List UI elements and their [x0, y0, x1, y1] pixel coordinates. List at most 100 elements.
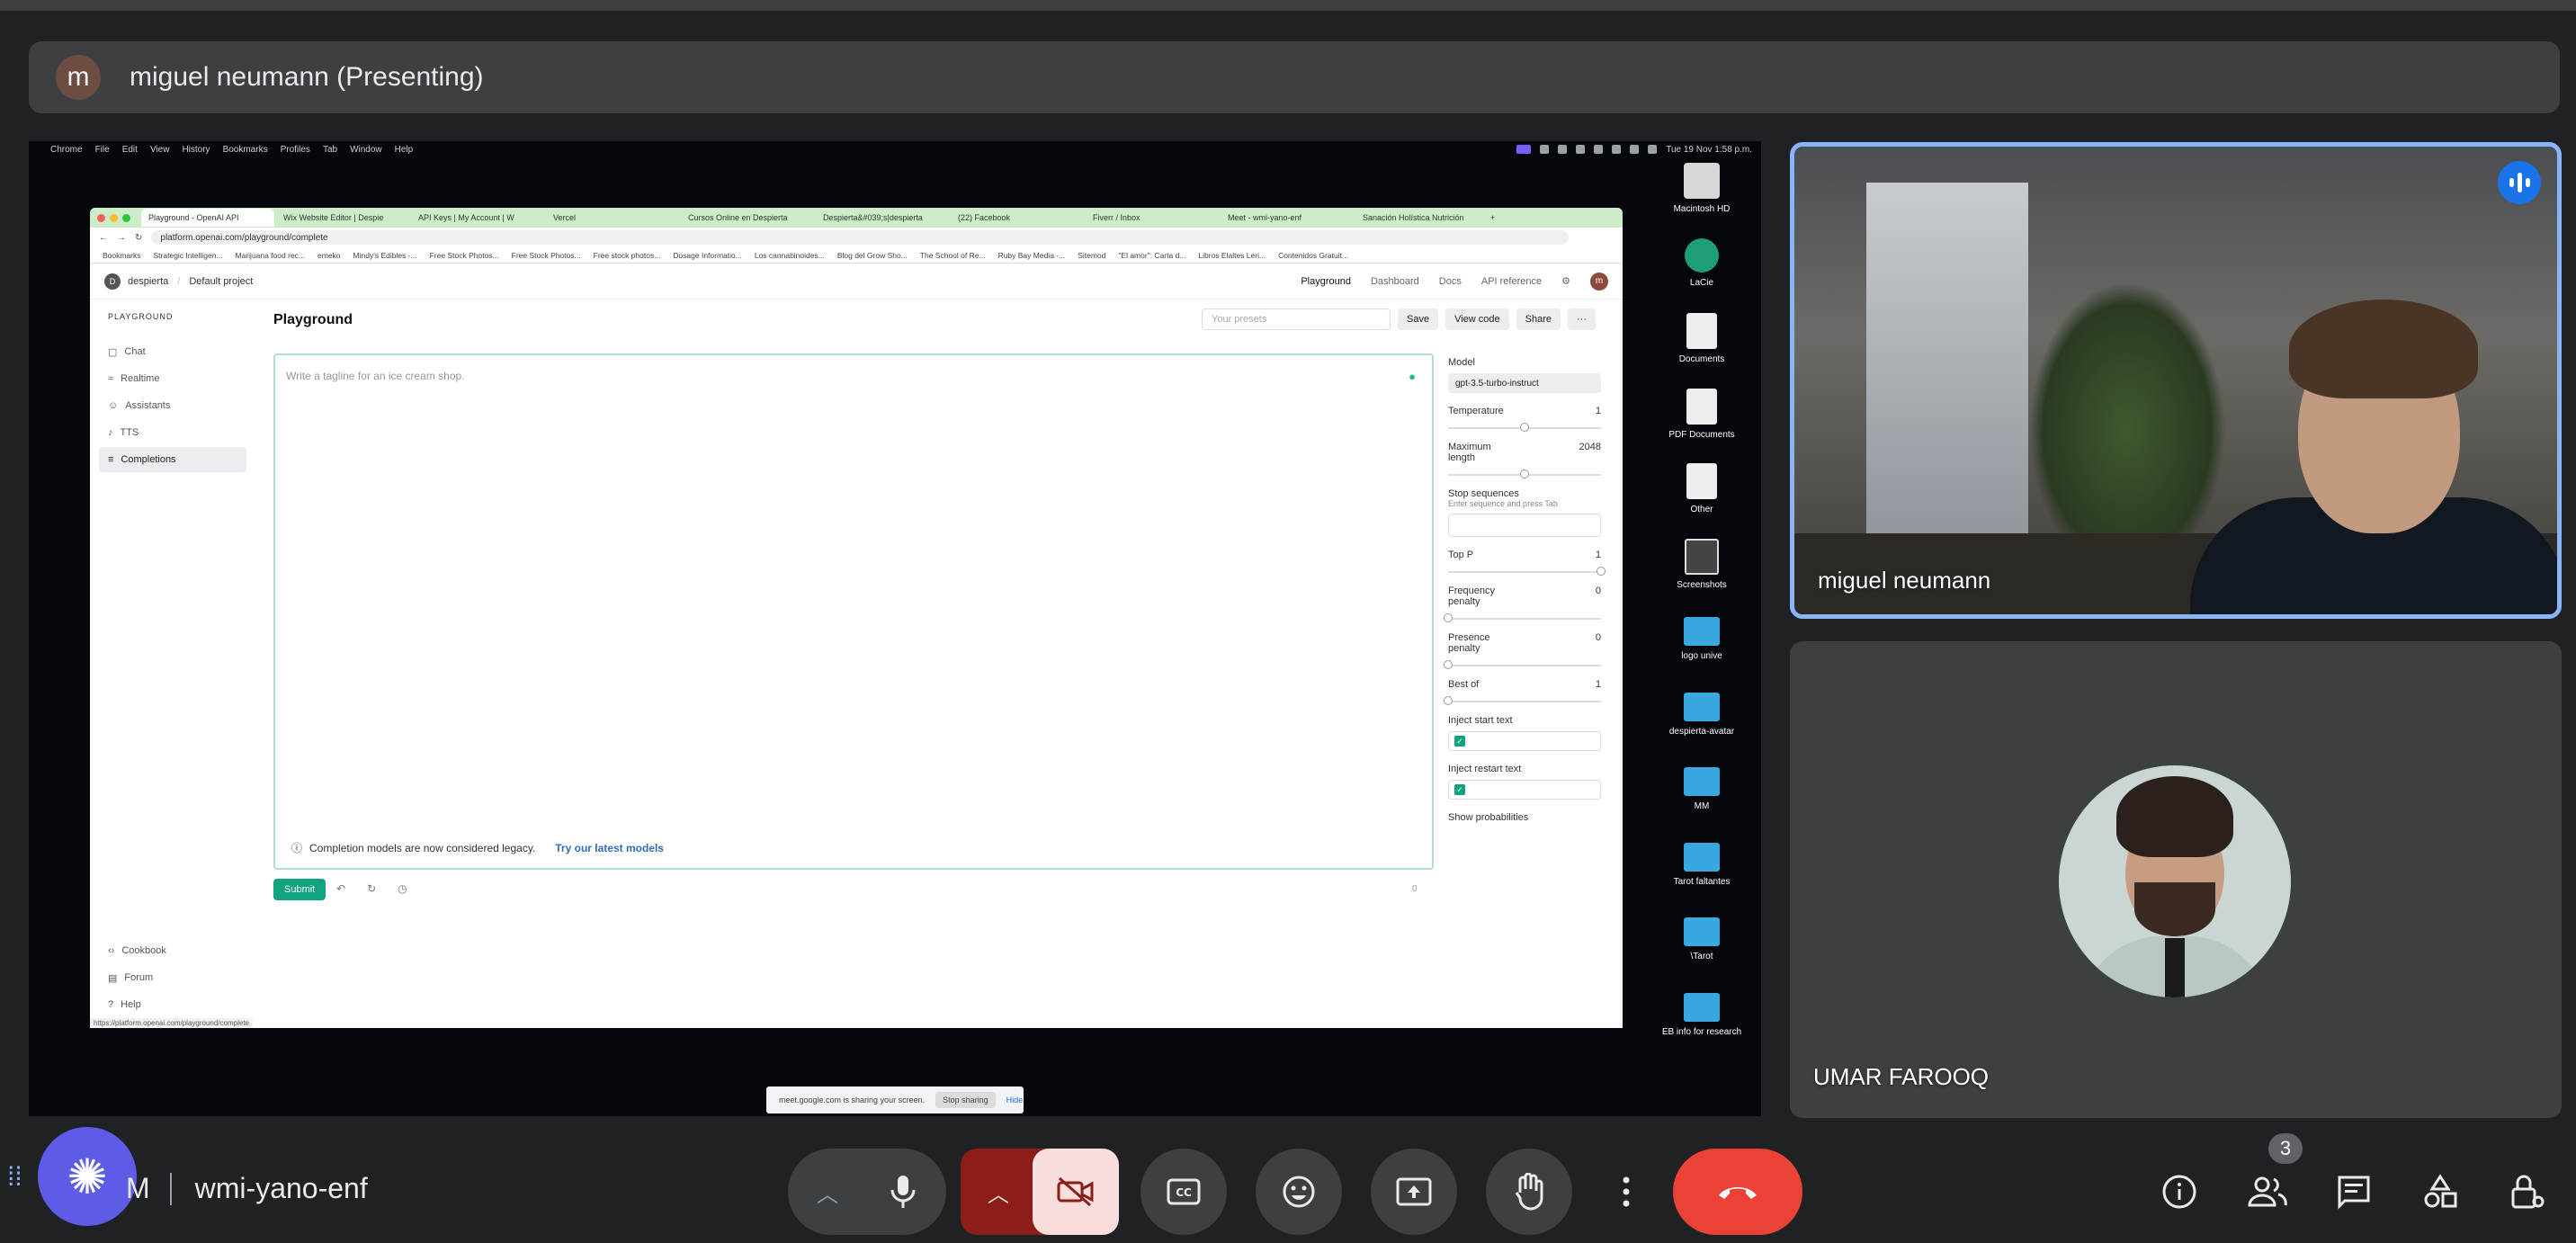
apps-grid-icon[interactable]: ⁞⁞ [7, 1162, 22, 1193]
show-probabilities-param[interactable]: Show probabilities [1448, 812, 1601, 823]
captions-button[interactable]: CC [1140, 1149, 1227, 1235]
bookmark[interactable]: Los cannabinoides... [755, 251, 825, 260]
nav-dashboard[interactable]: Dashboard [1371, 276, 1419, 287]
slider-knob[interactable] [1444, 660, 1453, 669]
desktop-item[interactable]: MM [1651, 764, 1752, 839]
param-value[interactable]: 0 [1596, 632, 1601, 654]
battery-icon[interactable] [1630, 145, 1640, 154]
slider-knob[interactable] [1520, 469, 1529, 478]
desktop-item[interactable]: Other [1651, 463, 1752, 539]
mac-menu-item[interactable]: Bookmarks [223, 145, 268, 155]
best-of-slider[interactable] [1444, 696, 1601, 705]
sidebar-item-forum[interactable]: ▤ Forum [99, 965, 246, 990]
sidebar-item-assistants[interactable]: ☺ Assistants [99, 393, 246, 418]
settings-icon[interactable]: ⚙ [1561, 275, 1570, 287]
video-options-chevron-icon[interactable]: ︿ [964, 1149, 1033, 1235]
desktop-item[interactable]: PDF Documents [1651, 388, 1752, 464]
latest-models-link[interactable]: Try our latest models [555, 842, 664, 854]
browser-tab[interactable]: (22) Facebook [951, 209, 1084, 227]
regenerate-icon[interactable]: ↻ [367, 882, 376, 895]
bookmark[interactable]: Strategic Intelligen... [154, 251, 223, 260]
desktop-item[interactable]: \Tarot [1651, 914, 1752, 989]
inject-start-toggle[interactable]: ✓ [1448, 731, 1601, 751]
bookmark[interactable]: Sitemod [1078, 251, 1105, 260]
present-screen-button[interactable] [1371, 1149, 1457, 1235]
minimize-window-icon[interactable] [110, 213, 118, 222]
hide-notice-button[interactable]: Hide [1006, 1095, 1024, 1104]
desktop-item[interactable]: Documents [1651, 313, 1752, 389]
bookmark[interactable]: Contenidos Gratuit... [1278, 251, 1348, 260]
maximize-window-icon[interactable] [122, 213, 130, 222]
browser-tab[interactable]: Sanación Holística Nutrición [1355, 209, 1489, 227]
gemini-assistant-button[interactable]: ✺ [38, 1127, 137, 1226]
mac-menu-item[interactable]: File [95, 145, 110, 155]
param-value[interactable]: 1 [1596, 550, 1601, 560]
stop-sequences-input[interactable] [1448, 514, 1601, 537]
checkbox-checked-icon[interactable]: ✓ [1454, 784, 1465, 795]
bookmark[interactable]: Dosage Informatio... [673, 251, 742, 260]
mac-clock[interactable]: Tue 19 Nov 1:58 p.m. [1666, 145, 1752, 155]
participant-tile-miguel[interactable]: miguel neumann [1790, 142, 2562, 619]
mac-menu-item[interactable]: Window [350, 145, 382, 155]
audio-options-chevron-icon[interactable]: ︿ [792, 1149, 863, 1235]
bookmark[interactable]: The School of Re... [920, 251, 986, 260]
browser-tab[interactable]: Despierta&#039;s|despierta [816, 209, 949, 227]
activities-button[interactable] [2416, 1167, 2464, 1216]
bookmark[interactable]: Bookmarks [103, 251, 141, 260]
camera-off-button[interactable] [1033, 1149, 1119, 1235]
leave-call-button[interactable] [1673, 1149, 1802, 1235]
browser-tab[interactable]: Cursos Online en Despierta [681, 209, 814, 227]
bookmark[interactable]: Free Stock Photos... [512, 251, 581, 260]
bookmark[interactable]: "El amor": Carta d... [1118, 251, 1185, 260]
sidebar-item-completions[interactable]: ≡ Completions [99, 447, 246, 472]
bookmark[interactable]: Free stock photos... [594, 251, 661, 260]
mac-menu-item[interactable]: View [150, 145, 170, 155]
browser-tab[interactable]: Wix Website Editor | Despie [276, 209, 409, 227]
sidebar-item-help[interactable]: ? Help [99, 992, 246, 1017]
slider-knob[interactable] [1444, 696, 1453, 705]
menubar-app-icon[interactable] [1576, 145, 1586, 154]
bookmark[interactable]: Blog del Grow Sho... [837, 251, 908, 260]
share-button[interactable]: Share [1516, 309, 1561, 330]
org-badge[interactable]: D [104, 273, 121, 290]
desktop-item[interactable]: despierta-avatar [1651, 689, 1752, 765]
param-value[interactable]: 2048 [1579, 442, 1601, 463]
bookmark[interactable]: Libros Elaltes Leri... [1198, 251, 1266, 260]
sidebar-item-cookbook[interactable]: ‹› Cookbook [99, 938, 246, 963]
menubar-app-icon[interactable] [1540, 145, 1550, 154]
close-window-icon[interactable] [97, 213, 105, 222]
mac-menu-item[interactable]: Chrome [50, 145, 83, 155]
org-selector[interactable]: despierta [128, 276, 168, 287]
param-value[interactable]: 1 [1596, 406, 1601, 416]
back-icon[interactable]: ← [99, 233, 108, 243]
sidebar-item-chat[interactable]: ▢ Chat [99, 339, 246, 364]
slider-knob[interactable] [1597, 567, 1606, 576]
wifi-icon[interactable] [1612, 145, 1622, 154]
browser-tab[interactable]: API Keys | My Account | W [411, 209, 544, 227]
history-icon[interactable]: ◷ [398, 882, 407, 895]
host-controls-button[interactable] [2502, 1167, 2551, 1216]
more-options-button[interactable] [1601, 1149, 1651, 1235]
bookmark[interactable]: Ruby Bay Media -... [998, 251, 1066, 260]
participant-tile-umar[interactable]: UMAR FAROOQ [1790, 641, 2562, 1118]
spotlight-icon[interactable] [1648, 145, 1658, 154]
temperature-slider[interactable] [1448, 423, 1601, 432]
sidebar-item-realtime[interactable]: ≈ Realtime [99, 366, 246, 391]
bookmark[interactable]: Marijuana food rec... [236, 251, 305, 260]
slider-knob[interactable] [1520, 423, 1529, 432]
address-bar[interactable]: platform.openai.com/playground/complete [151, 230, 1569, 245]
bookmark[interactable]: emeko [318, 251, 341, 260]
save-button[interactable]: Save [1398, 309, 1439, 330]
microphone-button[interactable] [860, 1149, 946, 1235]
presets-select[interactable]: Your presets [1202, 309, 1391, 330]
undo-icon[interactable]: ↶ [336, 882, 345, 895]
nav-docs[interactable]: Docs [1439, 276, 1462, 287]
checkbox-checked-icon[interactable]: ✓ [1454, 736, 1465, 747]
presence-penalty-slider[interactable] [1444, 660, 1601, 669]
menubar-app-icon[interactable] [1558, 145, 1568, 154]
param-value[interactable]: 0 [1596, 586, 1601, 607]
view-code-button[interactable]: View code [1445, 309, 1509, 330]
sidebar-item-tts[interactable]: ♪ TTS [99, 420, 246, 445]
mac-menu-item[interactable]: Tab [323, 145, 337, 155]
chat-button[interactable] [2330, 1167, 2378, 1216]
